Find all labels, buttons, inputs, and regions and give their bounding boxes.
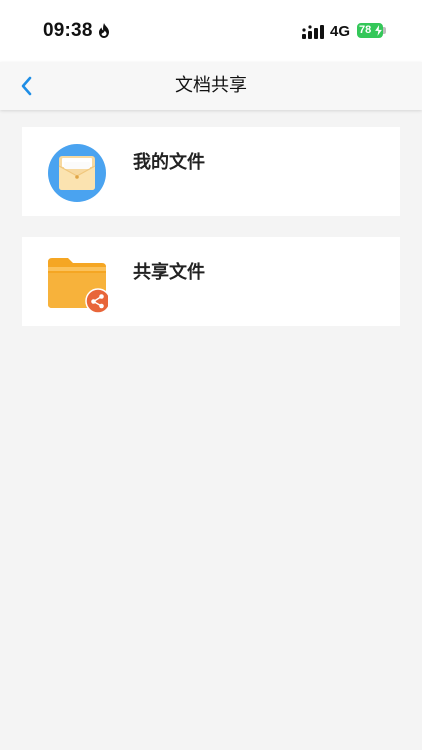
battery-level: 78	[359, 24, 372, 36]
signal-icon	[302, 25, 324, 39]
nav-bar: 文档共享	[0, 62, 422, 110]
shared-files-label: 共享文件	[133, 262, 205, 283]
network-label: 4G	[330, 23, 351, 40]
status-bar: 09:38 4G 78	[0, 0, 422, 62]
back-button[interactable]	[10, 70, 42, 102]
charging-bolt-icon	[374, 24, 383, 37]
my-files-item[interactable]: 我的文件	[22, 127, 400, 216]
battery-cap	[383, 27, 386, 34]
status-time: 09:38	[43, 20, 93, 41]
envelope-folder-icon	[48, 144, 106, 202]
my-files-label: 我的文件	[133, 152, 205, 173]
shared-folder-icon	[48, 258, 108, 314]
page-title: 文档共享	[175, 75, 247, 96]
flame-icon	[99, 23, 109, 38]
shared-files-item[interactable]: 共享文件	[22, 237, 400, 326]
chevron-left-icon	[21, 76, 32, 96]
